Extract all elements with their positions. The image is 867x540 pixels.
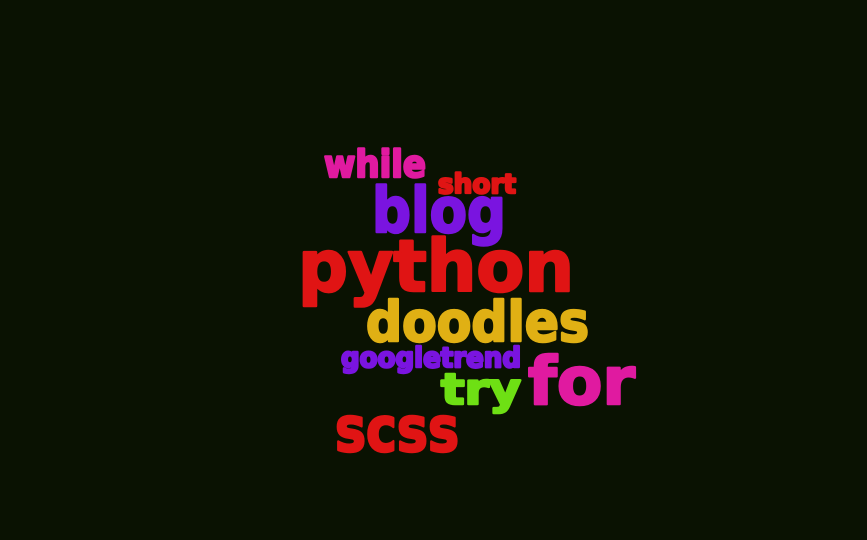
word-scss: scss [335, 393, 459, 466]
word-cloud: while short blog python doodles googletr… [0, 0, 867, 540]
word-for: for [528, 343, 635, 420]
